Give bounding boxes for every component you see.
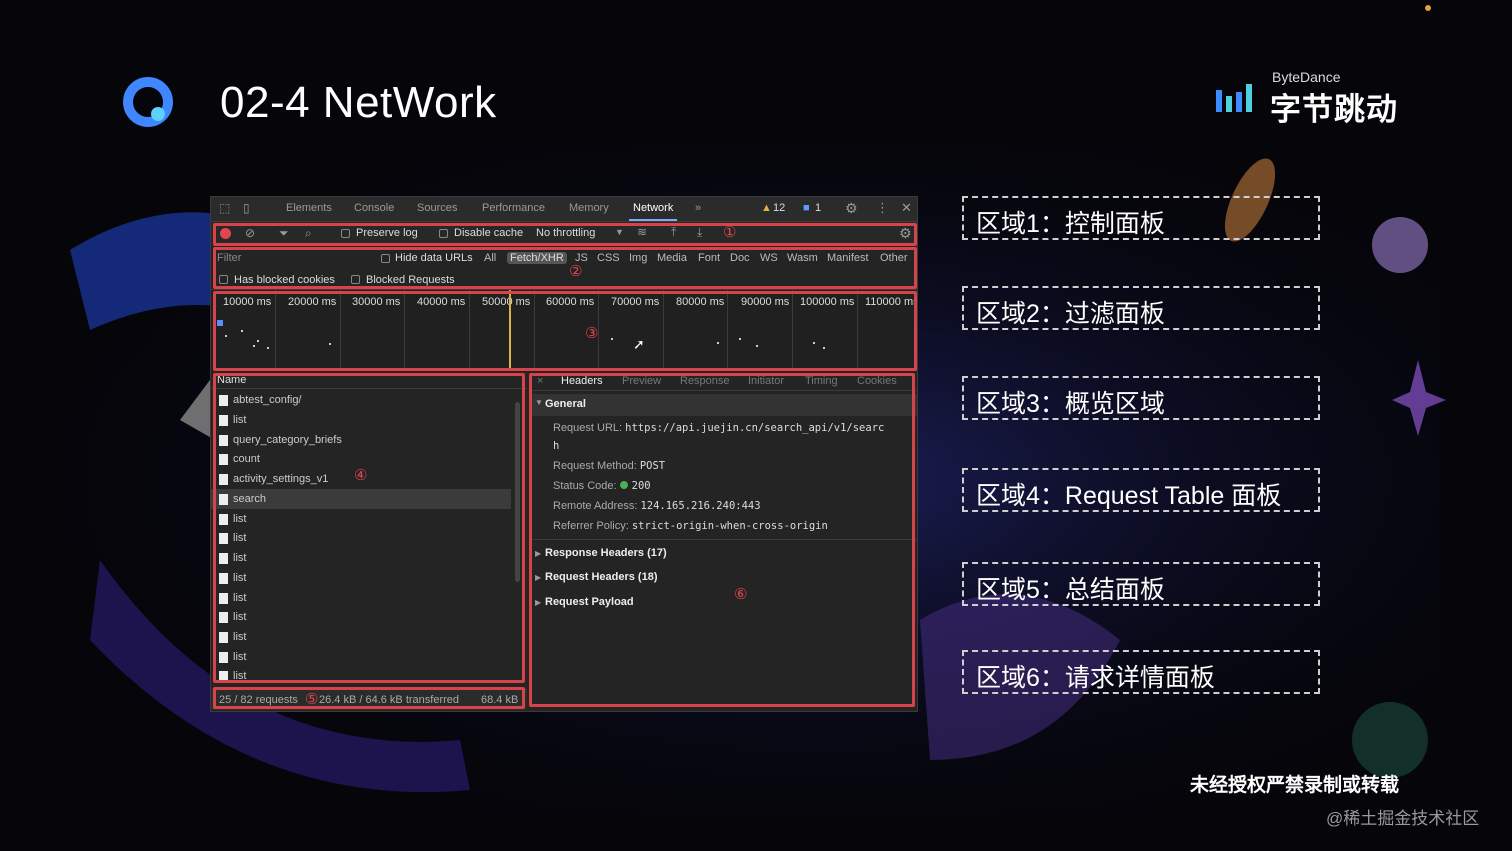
legend-region-2: 区域2：过滤面板 [962,286,1320,330]
copyright-notice: 未经授权严禁录制或转载 [1190,775,1400,796]
legend-region-4: 区域4：Request Table 面板 [962,468,1320,512]
region-3-highlight [213,291,917,371]
inspect-element-icon[interactable]: ⬚ [219,201,230,215]
brand-english: ByteDance [1272,69,1341,85]
region-1-number: ① [723,224,737,241]
region-5-number: ⑤ [305,691,319,708]
legend-region-3: 区域3：概览区域 [962,376,1320,420]
tab-sources[interactable]: Sources [417,202,457,214]
region-4-number: ④ [354,467,368,484]
region-2-highlight [213,247,917,289]
region-6-highlight [529,373,915,707]
tab-network[interactable]: Network [628,202,678,221]
region-5-highlight [213,687,525,709]
devtools-tab-bar: ⬚ ▯ Elements Console Sources Performance… [211,197,917,222]
region-1-highlight [213,223,917,246]
tab-console[interactable]: Console [354,202,394,214]
tab-performance[interactable]: Performance [482,202,545,214]
tab-elements[interactable]: Elements [286,202,332,214]
device-toolbar-icon[interactable]: ▯ [243,201,250,215]
devtools-window: ⬚ ▯ Elements Console Sources Performance… [210,196,918,712]
region-6-number: ⑥ [734,586,748,603]
more-options-icon[interactable]: ⋮ [876,200,889,216]
region-3-number: ③ [585,325,599,342]
legend-region-5: 区域5：总结面板 [962,562,1320,606]
more-tabs-button[interactable]: » [695,202,701,214]
settings-gear-icon[interactable]: ⚙ [845,200,858,217]
slide-title: 02-4 NetWork [220,78,497,127]
warnings-count: 12 [773,202,786,214]
region-2-number: ② [569,263,583,280]
close-devtools-icon[interactable]: ✕ [901,200,912,216]
messages-count: 1 [815,202,822,214]
legend-region-6: 区域6：请求详情面板 [962,650,1320,694]
brand-chinese: 字节跳动 [1270,92,1398,127]
bytedance-logo-icon [1216,84,1252,112]
logo-icon [123,77,173,127]
region-4-highlight [213,373,525,683]
watermark: @稀土掘金技术社区 [1326,809,1480,828]
legend-region-1: 区域1：控制面板 [962,196,1320,240]
message-icon[interactable]: ■ [803,202,810,214]
tab-memory[interactable]: Memory [569,202,609,214]
warning-icon[interactable]: ▲ [761,202,772,214]
